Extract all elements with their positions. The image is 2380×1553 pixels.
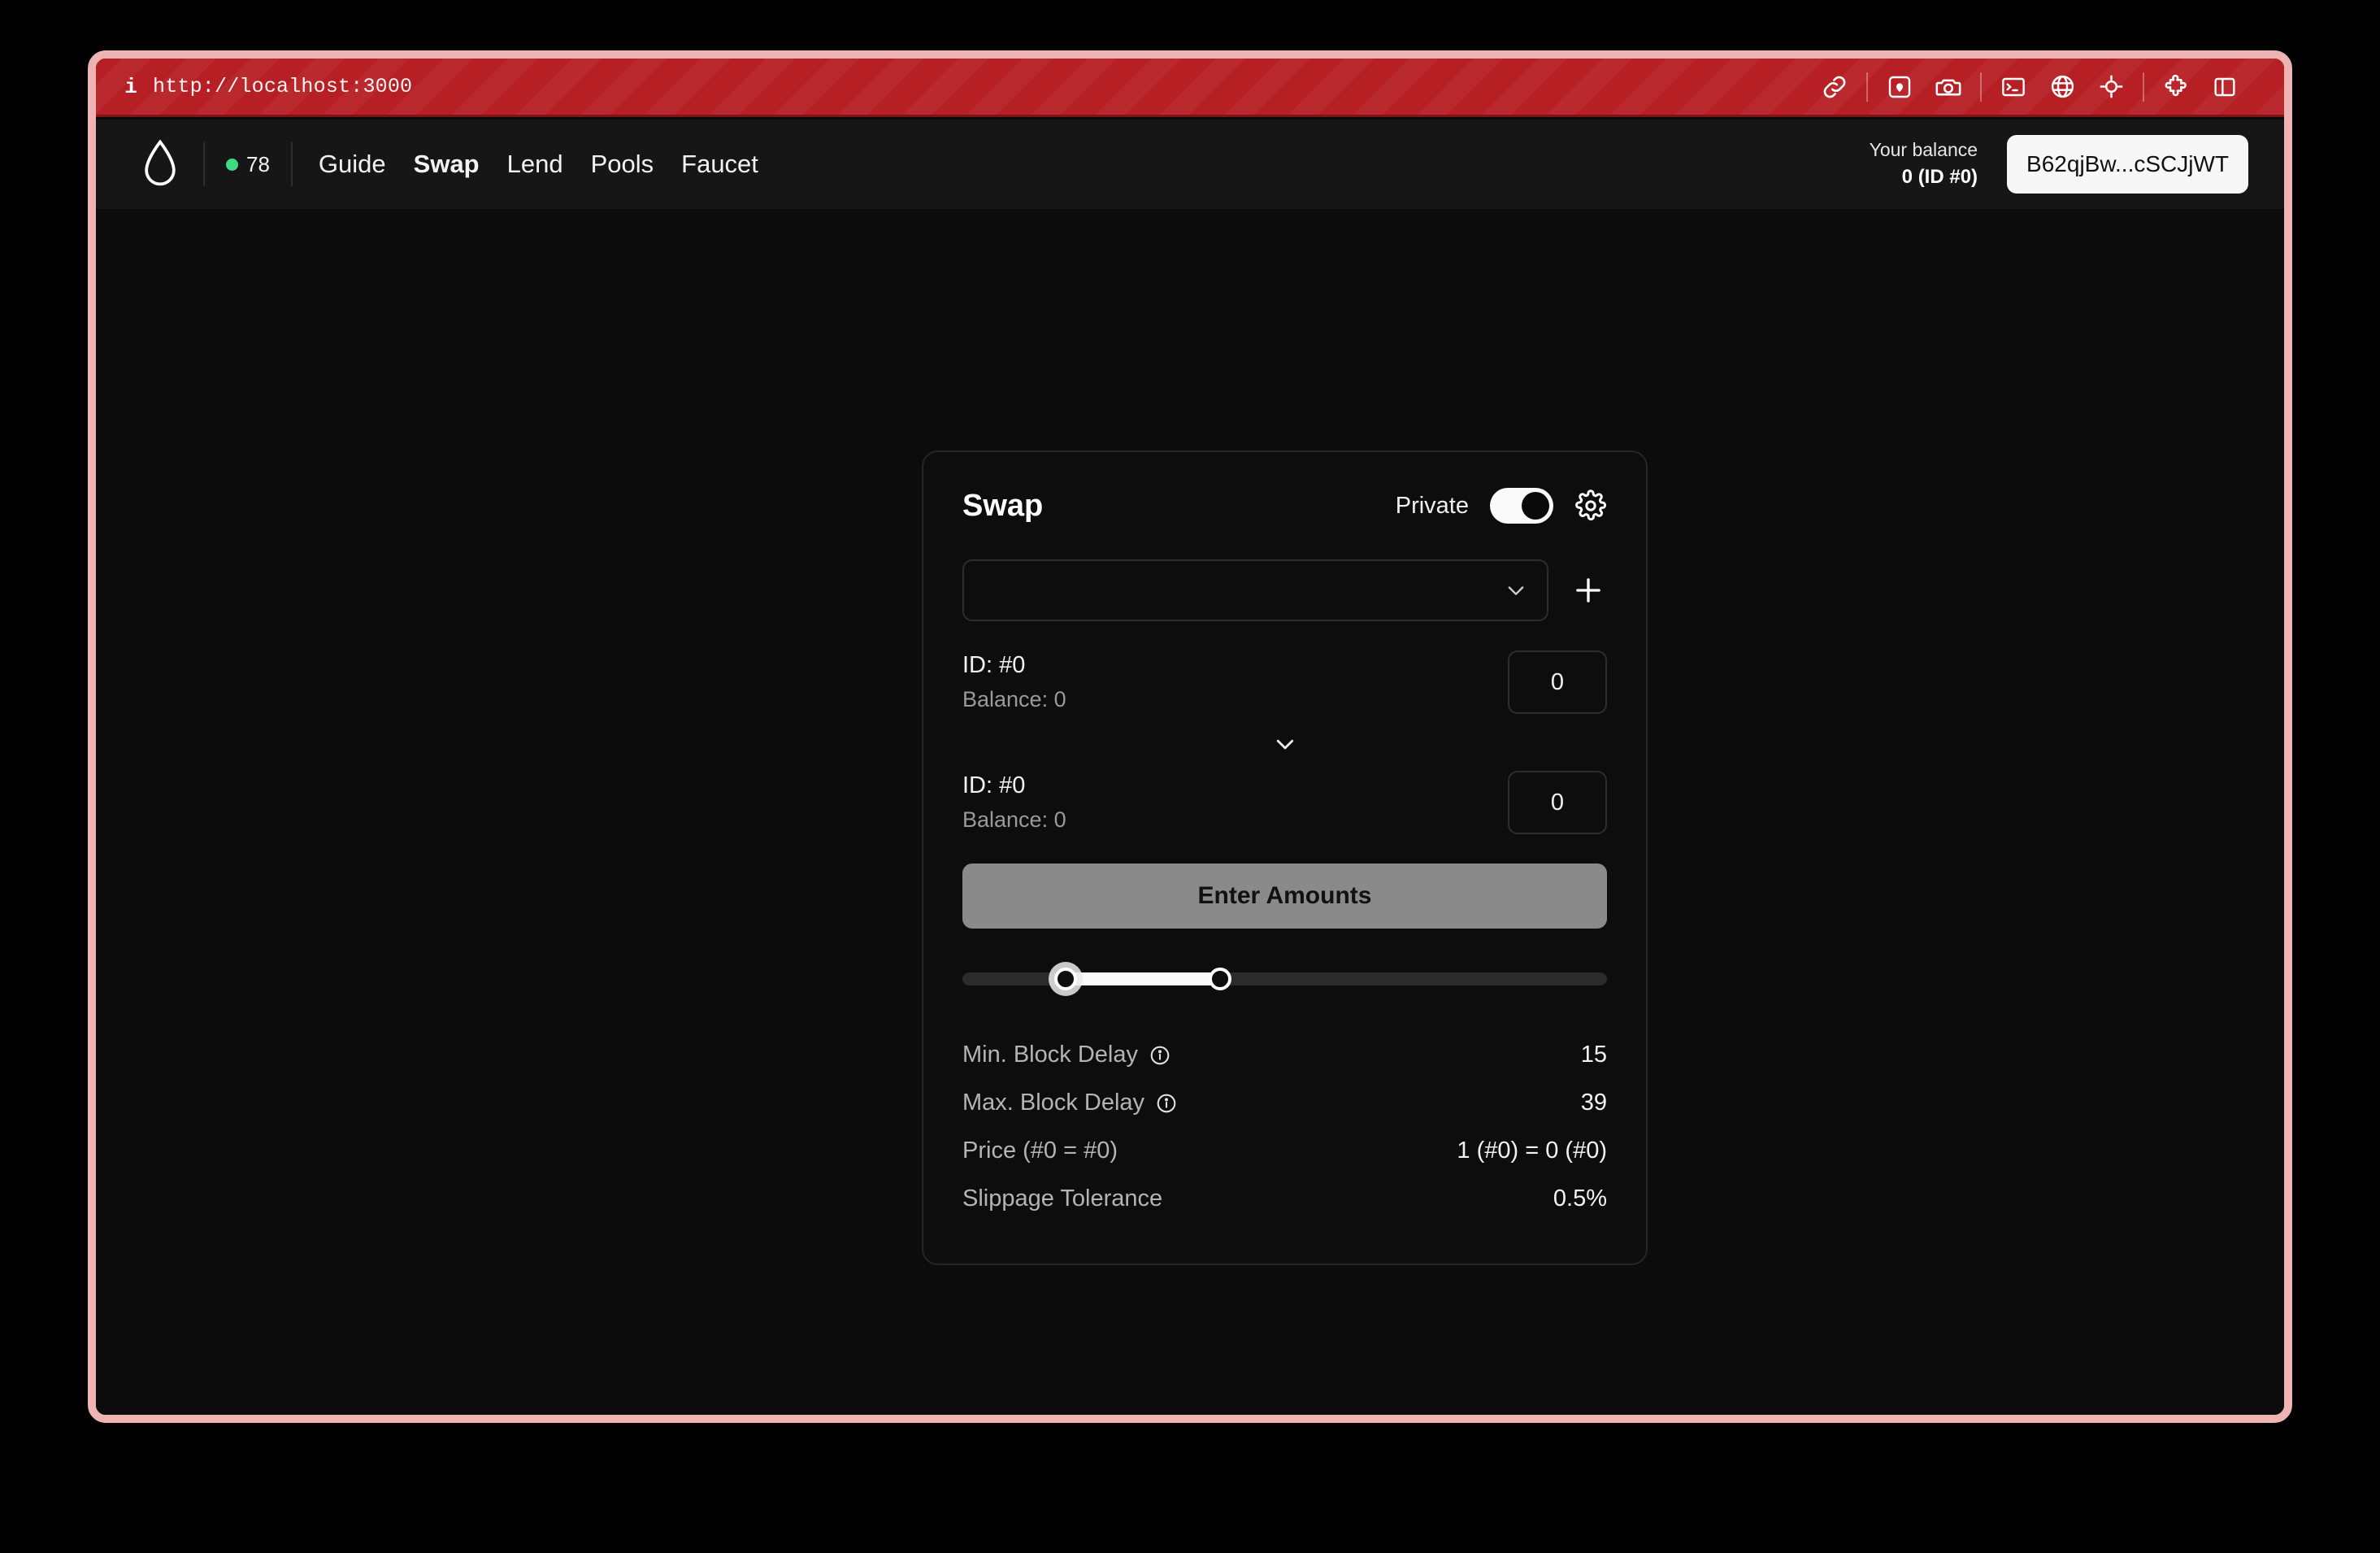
balance-label: Your balance [1869, 138, 1978, 160]
network-status-chip[interactable]: 78 [226, 152, 270, 177]
camera-icon[interactable] [1935, 73, 1962, 101]
nav-link-guide[interactable]: Guide [319, 150, 386, 179]
to-token-balance: Balance: 0 [962, 807, 1066, 832]
min-block-delay-label: Min. Block Delay [962, 1042, 1170, 1068]
browser-url-bar: i http://localhost:3000 [96, 59, 2284, 117]
toolbar-group-misc [2144, 73, 2256, 101]
chevron-down-icon [1273, 732, 1297, 756]
token-selector-row [962, 559, 1607, 621]
nav-link-swap[interactable]: Swap [414, 150, 480, 179]
droplet-icon[interactable] [138, 139, 182, 189]
toggle-knob [1522, 492, 1549, 520]
max-block-delay-label: Max. Block Delay [962, 1090, 1177, 1116]
slippage-value: 0.5% [1553, 1185, 1607, 1212]
swap-info-list: Min. Block Delay 15 Max. Block Delay 39 … [962, 1031, 1607, 1223]
info-row-max-block-delay: Max. Block Delay 39 [962, 1079, 1607, 1127]
to-amount-input[interactable] [1508, 771, 1607, 834]
enter-amounts-button[interactable]: Enter Amounts [962, 864, 1607, 929]
from-token-balance: Balance: 0 [962, 687, 1066, 711]
block-delay-range-slider[interactable] [962, 955, 1607, 1000]
split-panel-icon[interactable] [2211, 73, 2239, 101]
slippage-label: Slippage Tolerance [962, 1185, 1163, 1212]
info-row-min-block-delay: Min. Block Delay 15 [962, 1031, 1607, 1079]
terminal-icon[interactable] [2000, 73, 2027, 101]
swap-card-header: Swap Private [962, 488, 1607, 524]
swap-direction-button[interactable] [962, 714, 1607, 771]
from-amount-input[interactable] [1508, 650, 1607, 714]
info-row-price: Price (#0 = #0) 1 (#0) = 0 (#0) [962, 1127, 1607, 1175]
max-block-delay-text: Max. Block Delay [962, 1090, 1145, 1116]
page-info-icon[interactable]: i [120, 75, 141, 99]
swap-from-row: ID: #0 Balance: 0 [962, 650, 1607, 714]
toolbar-group-dev [1982, 73, 2143, 101]
private-toggle[interactable] [1490, 488, 1553, 524]
toolbar-group-link [1803, 73, 1866, 101]
nav-link-lend[interactable]: Lend [507, 150, 563, 179]
status-dot-icon [226, 158, 238, 171]
wallet-address-button[interactable]: B62qjBw...cSCJjWT [2007, 135, 2248, 194]
swap-card: Swap Private ID: #0 Balance: 0 0 ID: #0 … [922, 450, 1648, 1265]
image-icon[interactable] [1886, 73, 1913, 101]
to-token-id: ID: #0 [962, 772, 1026, 798]
slider-handle-min[interactable] [1053, 968, 1077, 990]
nav-link-faucet[interactable]: Faucet [681, 150, 758, 179]
app-viewport: 78 Guide Swap Lend Pools Faucet Your bal… [96, 120, 2284, 1415]
min-block-delay-text: Min. Block Delay [962, 1042, 1138, 1068]
info-row-slippage: Slippage Tolerance 0.5% [962, 1175, 1607, 1223]
browser-window: i http://localhost:3000 78 Guide Swap Le… [88, 50, 2292, 1423]
price-value: 1 (#0) = 0 (#0) [1457, 1138, 1607, 1164]
swap-header-controls: Private [1396, 488, 1607, 524]
balance-block: Your balance 0 (ID #0) [1870, 137, 1978, 192]
private-label: Private [1395, 492, 1469, 519]
from-token-meta: ID: #0 Balance: 0 [962, 652, 1066, 712]
min-block-delay-value: 15 [1580, 1042, 1607, 1068]
slider-handle-max[interactable] [1209, 968, 1232, 990]
info-circle-icon[interactable] [1149, 1045, 1170, 1066]
gear-icon[interactable] [1574, 489, 1607, 522]
globe-icon[interactable] [2048, 73, 2076, 101]
nav-divider [203, 142, 205, 186]
crosshair-icon[interactable] [2097, 73, 2125, 101]
app-top-nav: 78 Guide Swap Lend Pools Faucet Your bal… [96, 120, 2284, 209]
block-height-text: 78 [246, 151, 270, 176]
price-label: Price (#0 = #0) [962, 1138, 1118, 1164]
nav-divider [290, 142, 293, 186]
link-icon[interactable] [1821, 73, 1848, 101]
url-text[interactable]: http://localhost:3000 [153, 75, 412, 98]
nav-right-section: Your balance 0 (ID #0) B62qjBw...cSCJjWT [1870, 135, 2248, 194]
max-block-delay-value: 39 [1580, 1090, 1607, 1116]
to-token-meta: ID: #0 Balance: 0 [962, 772, 1066, 833]
main-canvas: Swap Private ID: #0 Balance: 0 0 ID: #0 … [96, 209, 2284, 1415]
nav-link-pools[interactable]: Pools [591, 150, 654, 179]
nav-links: Guide Swap Lend Pools Faucet [319, 150, 758, 179]
add-token-button[interactable] [1570, 572, 1607, 609]
from-token-id: ID: #0 [962, 652, 1026, 678]
balance-value: 0 (ID #0) [1901, 166, 1978, 189]
info-circle-icon[interactable] [1156, 1093, 1177, 1114]
token-select[interactable] [962, 559, 1548, 621]
swap-title: Swap [962, 488, 1044, 523]
puzzle-icon[interactable] [2162, 73, 2190, 101]
slider-fill [1065, 972, 1221, 985]
toolbar-group-capture [1868, 73, 1980, 101]
swap-to-row: ID: #0 Balance: 0 [962, 771, 1607, 834]
chevron-down-icon [1505, 579, 1527, 602]
